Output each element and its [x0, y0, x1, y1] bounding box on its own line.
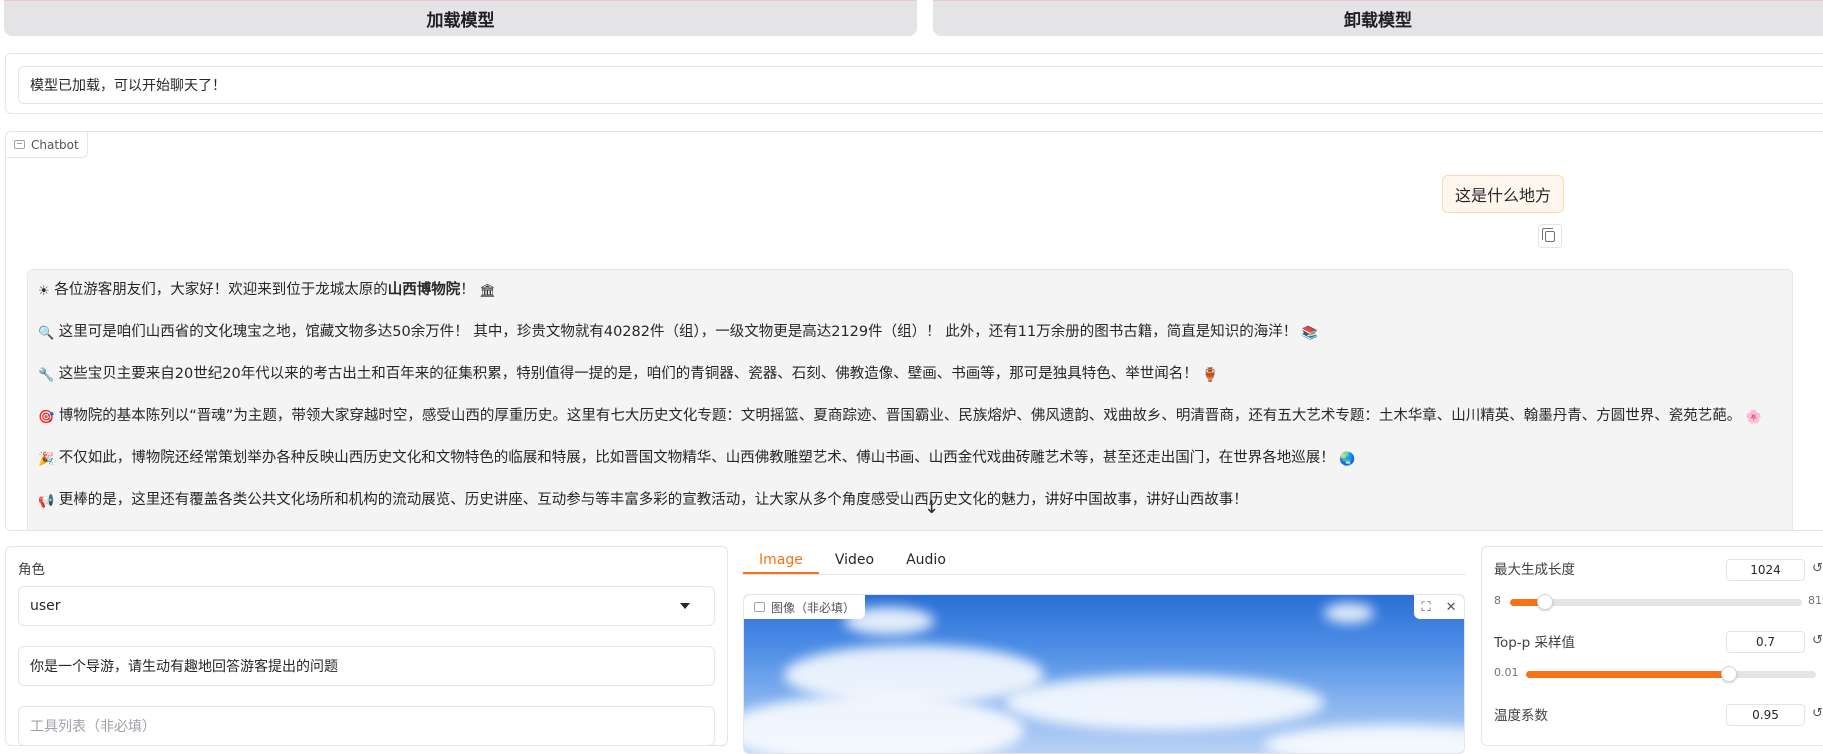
bot-paragraph: 🔧 这些宝贝主要来自20世纪20年代以来的考古出土和百年来的征集积累，特别值得一…	[38, 363, 1782, 386]
top-p-number[interactable]: 0.7	[1726, 631, 1805, 653]
image-icon	[754, 602, 765, 612]
reset-icon[interactable]: ↺	[1812, 633, 1823, 648]
top-p-label: Top-p 采样值	[1494, 635, 1576, 651]
temperature-number[interactable]: 0.95	[1726, 704, 1805, 726]
role-value: user	[30, 598, 61, 614]
museum-emoji-icon: 🏛	[479, 284, 496, 299]
load-model-button[interactable]: 加载模型	[4, 0, 917, 36]
media-tabs: Image Video Audio	[743, 546, 1466, 575]
chat-icon	[14, 140, 25, 149]
bot-text: 这些宝贝主要来自20世纪20年代以来的考古出土和百年来的征集积累，特别值得一提的…	[58, 366, 1198, 382]
party-emoji-icon: 🎉	[38, 452, 55, 467]
bot-text: 不仅如此，博物院还经常策划举办各种反映山西历史文化和文物特色的临展和特展，比如晋…	[58, 450, 1335, 466]
artifact-emoji-icon: 🏺	[1202, 368, 1219, 383]
top-p-slider[interactable]	[1526, 666, 1816, 682]
fullscreen-icon[interactable]: ⛶	[1421, 600, 1430, 615]
tab-audio[interactable]: Audio	[890, 546, 962, 574]
role-label: 角色	[18, 562, 45, 578]
temperature-label: 温度系数	[1494, 708, 1548, 724]
max-length-number[interactable]: 1024	[1726, 559, 1805, 581]
scroll-down-arrow-icon[interactable]: ↓	[924, 497, 939, 518]
input-panel: 角色 user 你是一个导游，请生动有趣地回答游客提出的问题 工具列表（非必填）	[5, 546, 728, 746]
system-prompt-input[interactable]: 你是一个导游，请生动有趣地回答游客提出的问题	[18, 646, 715, 686]
status-textbox: 模型已加载，可以开始聊天了！	[18, 66, 1823, 104]
museum-name: 山西博物院	[387, 282, 461, 298]
magnifier-emoji-icon: 🔍	[38, 326, 55, 341]
bot-paragraph: 🎉 不仅如此，博物院还经常策划举办各种反映山西历史文化和文物特色的临展和特展，比…	[38, 447, 1782, 470]
role-dropdown[interactable]: user	[18, 586, 715, 626]
megaphone-emoji-icon: 📢	[38, 494, 55, 509]
user-message-bubble: 这是什么地方	[1441, 175, 1564, 213]
bot-text: 更棒的是，这里还有覆盖各类公共文化场所和机构的流动展览、历史讲座、互动参与等丰富…	[58, 492, 1248, 508]
chatbot-label-text: Chatbot	[31, 137, 79, 152]
bot-text: 博物院的基本陈列以“晋魂”为主题，带领大家穿越时空，感受山西的厚重历史。这里有七…	[58, 408, 1742, 424]
chatbot-panel[interactable]: Chatbot 这是什么地方 ☀ 各位游客朋友们，大家好！欢迎来到位于龙城太原的…	[5, 131, 1823, 531]
image-input-label: 图像（非必填）	[744, 595, 866, 619]
bot-text: 这里可是咱们山西省的文化瑰宝之地，馆藏文物多达50余万件！ 其中，珍贵文物就有4…	[58, 324, 1298, 340]
bot-text: 各位游客朋友们，大家好！欢迎来到位于龙城太原的	[54, 282, 388, 298]
bot-paragraph: 📢 更棒的是，这里还有覆盖各类公共文化场所和机构的流动展览、历史讲座、互动参与等…	[38, 489, 1782, 512]
bot-paragraph: 🎯 博物院的基本陈列以“晋魂”为主题，带领大家穿越时空，感受山西的厚重历史。这里…	[38, 405, 1782, 428]
chatbot-label: Chatbot	[6, 132, 88, 158]
copy-button[interactable]	[1538, 224, 1562, 248]
reset-icon[interactable]: ↺	[1812, 706, 1823, 721]
flower-emoji-icon: 🌸	[1745, 410, 1763, 425]
tools-input[interactable]: 工具列表（非必填）	[18, 706, 715, 746]
tools-placeholder: 工具列表（非必填）	[30, 719, 156, 735]
globe-emoji-icon: 🌏	[1339, 452, 1356, 467]
params-panel: 最大生成长度 1024 ↺ 8 8192 Top-p 采样值 0.7 ↺ 0.0…	[1481, 546, 1823, 746]
top-p-thumb[interactable]	[1721, 666, 1737, 682]
target-emoji-icon: 🎯	[38, 410, 55, 425]
max-length-slider[interactable]	[1510, 594, 1802, 610]
bot-paragraph: ☀ 各位游客朋友们，大家好！欢迎来到位于龙城太原的山西博物院！ 🏛	[38, 279, 1782, 302]
books-emoji-icon: 📚	[1301, 326, 1318, 341]
chevron-down-icon	[680, 603, 690, 609]
max-length-min: 8	[1494, 594, 1501, 607]
bot-message-bubble: ☀ 各位游客朋友们，大家好！欢迎来到位于龙城太原的山西博物院！ 🏛 🔍 这里可是…	[27, 269, 1793, 530]
system-prompt-value: 你是一个导游，请生动有趣地回答游客提出的问题	[30, 659, 338, 675]
sun-emoji-icon: ☀	[38, 284, 50, 299]
max-length-label: 最大生成长度	[1494, 562, 1575, 578]
bot-paragraph: 🔍 这里可是咱们山西省的文化瑰宝之地，馆藏文物多达50余万件！ 其中，珍贵文物就…	[38, 321, 1782, 344]
unload-model-button[interactable]: 卸载模型	[933, 0, 1823, 36]
top-p-fill	[1526, 671, 1729, 678]
tool-emoji-icon: 🔧	[38, 368, 55, 383]
image-controls: ⛶ ✕	[1414, 595, 1464, 619]
bot-text: ！	[460, 282, 475, 298]
reset-icon[interactable]: ↺	[1812, 561, 1823, 576]
close-icon[interactable]: ✕	[1446, 600, 1457, 615]
image-label-text: 图像（非必填）	[771, 600, 856, 615]
copy-icon	[1542, 227, 1555, 242]
max-length-max: 8192	[1808, 594, 1823, 607]
tab-image[interactable]: Image	[743, 546, 819, 574]
status-panel: 模型已加载，可以开始聊天了！	[5, 53, 1823, 114]
max-length-thumb[interactable]	[1537, 594, 1554, 610]
image-input[interactable]: 图像（非必填） ⛶ ✕	[743, 594, 1465, 754]
top-p-min: 0.01	[1494, 666, 1519, 679]
tab-video[interactable]: Video	[819, 546, 890, 574]
